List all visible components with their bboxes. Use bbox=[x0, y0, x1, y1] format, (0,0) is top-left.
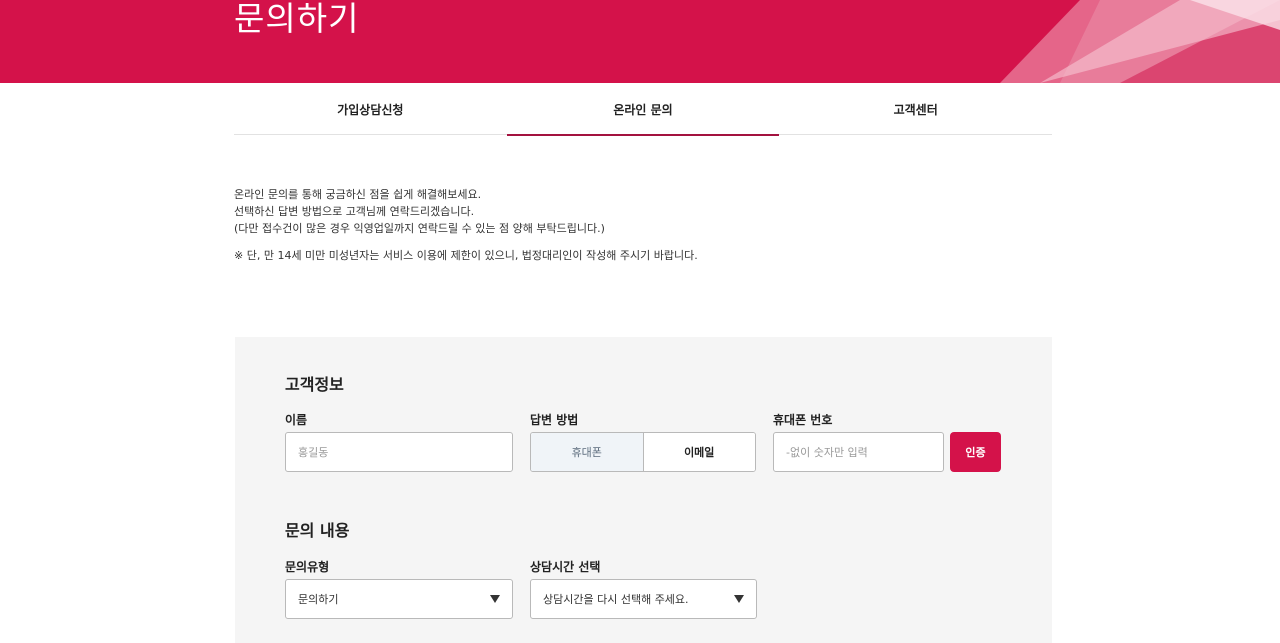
phone-placeholder: -없이 숫자만 입력 bbox=[786, 446, 868, 459]
consult-time-label: 상담시간 선택 bbox=[530, 560, 601, 574]
answer-method-label: 답변 방법 bbox=[530, 413, 579, 427]
consult-time-value: 상담시간을 다시 선택해 주세요. bbox=[543, 593, 689, 606]
intro-line: 선택하신 답변 방법으로 고객님께 연락드리겠습니다. bbox=[234, 205, 475, 218]
answer-option-email[interactable]: 이메일 bbox=[643, 433, 755, 471]
tab-online-inquiry[interactable]: 온라인 문의 bbox=[506, 83, 780, 136]
intro-note: ※ 단, 만 14세 미만 미성년자는 서비스 이용에 제한이 있으니, 법정대… bbox=[234, 249, 698, 262]
intro-line: (다만 접수건이 많은 경우 익영업일까지 연락드릴 수 있는 점 양해 부탁드… bbox=[234, 222, 605, 235]
decorative-shapes-icon bbox=[1000, 0, 1280, 83]
answer-method-toggle: 휴대폰 이메일 bbox=[530, 432, 756, 472]
intro-line: 온라인 문의를 통해 궁금하신 점을 쉽게 해결해보세요. bbox=[234, 188, 482, 201]
inquiry-form-panel: 고객정보 이름 홍길동 답변 방법 휴대폰 이메일 휴대폰 번호 -없이 숫자만… bbox=[235, 337, 1052, 643]
page-hero: 문의하기 bbox=[0, 0, 1280, 83]
page-title: 문의하기 bbox=[234, 0, 360, 38]
caret-down-icon bbox=[734, 595, 744, 603]
inquiry-type-value: 문의하기 bbox=[298, 593, 339, 606]
name-placeholder: 홍길동 bbox=[298, 446, 329, 459]
inquiry-content-title: 문의 내용 bbox=[285, 521, 350, 540]
tab-customer-center[interactable]: 고객센터 bbox=[779, 83, 1052, 135]
intro-text: 온라인 문의를 통해 궁금하신 점을 쉽게 해결해보세요. 선택하신 답변 방법… bbox=[234, 186, 1052, 264]
tab-bar: 가입상담신청 온라인 문의 고객센터 bbox=[234, 83, 1052, 136]
inquiry-type-label: 문의유형 bbox=[285, 560, 330, 574]
customer-info-title: 고객정보 bbox=[285, 375, 344, 394]
inquiry-type-select[interactable]: 문의하기 bbox=[285, 579, 513, 619]
tab-signup-consult[interactable]: 가입상담신청 bbox=[234, 83, 507, 135]
phone-input[interactable]: -없이 숫자만 입력 bbox=[773, 432, 944, 472]
answer-option-phone[interactable]: 휴대폰 bbox=[531, 433, 644, 471]
phone-label: 휴대폰 번호 bbox=[773, 413, 833, 427]
verify-button[interactable]: 인증 bbox=[950, 432, 1001, 472]
name-label: 이름 bbox=[285, 413, 308, 427]
name-input[interactable]: 홍길동 bbox=[285, 432, 513, 472]
consult-time-select[interactable]: 상담시간을 다시 선택해 주세요. bbox=[530, 579, 757, 619]
caret-down-icon bbox=[490, 595, 500, 603]
